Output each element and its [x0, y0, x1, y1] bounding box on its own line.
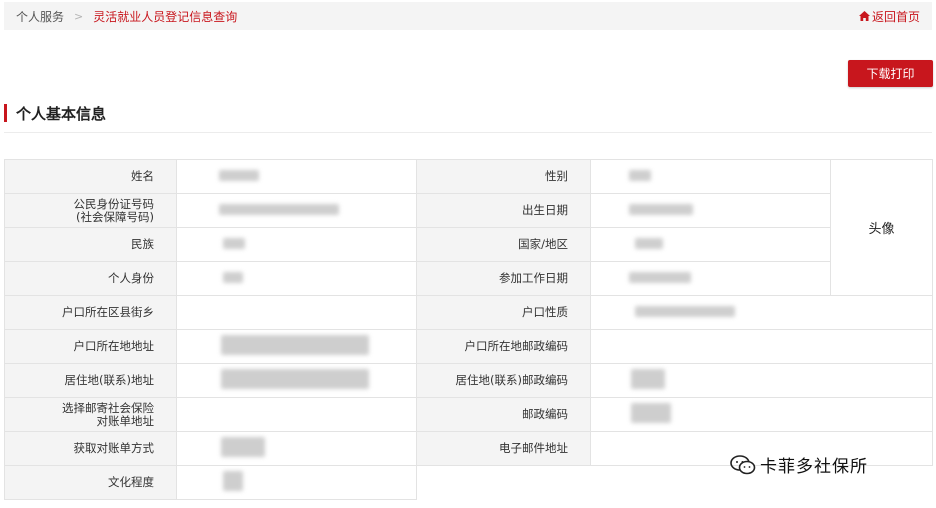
identity-label: 个人身份	[4, 261, 177, 296]
education-value	[176, 465, 417, 500]
gender-label: 性别	[416, 159, 591, 194]
email-label: 电子邮件地址	[416, 431, 591, 466]
section-title-text: 个人基本信息	[16, 104, 107, 123]
postcode-label: 邮政编码	[416, 397, 591, 432]
download-print-button[interactable]: 下载打印	[848, 60, 933, 87]
watermark: 卡菲多社保所	[730, 452, 868, 477]
birth-date-value	[590, 193, 831, 228]
table-row: 户口所在地地址 户口所在地邮政编码	[4, 329, 933, 364]
table-row: 姓名 性别 头像	[4, 159, 933, 296]
statement-method-label: 获取对账单方式	[4, 431, 177, 466]
id-number-value	[176, 193, 417, 228]
name-value	[176, 159, 417, 194]
residence-postcode-value	[590, 363, 933, 398]
breadcrumb-separator: >	[74, 9, 84, 23]
breadcrumb-home-link[interactable]: 个人服务	[16, 8, 64, 25]
redacted-value	[223, 237, 245, 249]
redacted-value	[221, 437, 265, 457]
redacted-value	[223, 271, 243, 283]
residence-postcode-label: 居住地(联系)邮政编码	[416, 363, 591, 398]
table-row: 公民身份证号码 (社会保障号码) 出生日期	[4, 193, 933, 228]
redacted-value	[219, 203, 339, 215]
household-type-label: 户口性质	[416, 295, 591, 330]
home-icon	[858, 11, 870, 21]
section-title: 个人基本信息	[4, 102, 106, 124]
id-number-label-line1: 公民身份证号码	[73, 196, 155, 211]
mail-address-label-line1: 选择邮寄社会保险	[62, 400, 154, 415]
breadcrumb-current: 灵活就业人员登记信息查询	[93, 9, 238, 24]
photo-cell: 头像	[830, 159, 933, 296]
country-label: 国家/地区	[416, 227, 591, 262]
redacted-value	[629, 203, 693, 215]
household-district-value	[176, 295, 417, 330]
redacted-value	[635, 237, 663, 249]
table-row: 民族 国家/地区	[4, 227, 933, 262]
redacted-value	[635, 305, 735, 317]
statement-method-value	[176, 431, 417, 466]
personal-info-table: 姓名 性别 头像 公民身份证号码 (社会保障号码) 出生日期 民族 国家/地区 个…	[4, 159, 933, 500]
residence-address-value	[176, 363, 417, 398]
household-postcode-label: 户口所在地邮政编码	[416, 329, 591, 364]
identity-value	[176, 261, 417, 296]
table-row: 居住地(联系)地址 居住地(联系)邮政编码	[4, 363, 933, 398]
redacted-value	[631, 403, 671, 423]
table-row: 选择邮寄社会保险 对账单地址 邮政编码	[4, 397, 933, 432]
household-district-label: 户口所在区县街乡	[4, 295, 177, 330]
redacted-value	[629, 271, 691, 283]
return-home-link[interactable]: 返回首页	[858, 2, 920, 30]
redacted-value	[221, 335, 369, 355]
table-row: 个人身份 参加工作日期	[4, 261, 933, 296]
wechat-icon	[730, 454, 756, 474]
mail-address-value	[176, 397, 417, 432]
household-address-value	[176, 329, 417, 364]
breadcrumb: 个人服务 > 灵活就业人员登记信息查询 返回首页	[4, 2, 932, 30]
mail-address-label: 选择邮寄社会保险 对账单地址	[4, 397, 177, 432]
redacted-value	[629, 169, 651, 181]
return-home-label: 返回首页	[871, 9, 920, 24]
redacted-value	[223, 471, 243, 491]
ethnicity-value	[176, 227, 417, 262]
section-title-accent	[4, 104, 7, 122]
residence-address-label: 居住地(联系)地址	[4, 363, 177, 398]
redacted-value	[631, 369, 665, 389]
gender-value	[590, 159, 831, 194]
section-divider	[4, 132, 932, 133]
birth-date-label: 出生日期	[416, 193, 591, 228]
watermark-text: 卡菲多社保所	[760, 457, 868, 477]
household-address-label: 户口所在地地址	[4, 329, 177, 364]
redacted-value	[219, 169, 259, 181]
education-label: 文化程度	[4, 465, 177, 500]
mail-address-label-line2: 对账单地址	[96, 413, 155, 428]
country-value	[590, 227, 831, 262]
table-row: 户口所在区县街乡 户口性质	[4, 295, 933, 330]
work-start-date-value	[590, 261, 831, 296]
postcode-value	[590, 397, 933, 432]
household-type-value	[590, 295, 933, 330]
id-number-label-line2: (社会保障号码)	[76, 209, 154, 224]
household-postcode-value	[590, 329, 933, 364]
work-start-date-label: 参加工作日期	[416, 261, 591, 296]
name-label: 姓名	[4, 159, 177, 194]
id-number-label: 公民身份证号码 (社会保障号码)	[4, 193, 177, 228]
ethnicity-label: 民族	[4, 227, 177, 262]
redacted-value	[221, 369, 369, 389]
